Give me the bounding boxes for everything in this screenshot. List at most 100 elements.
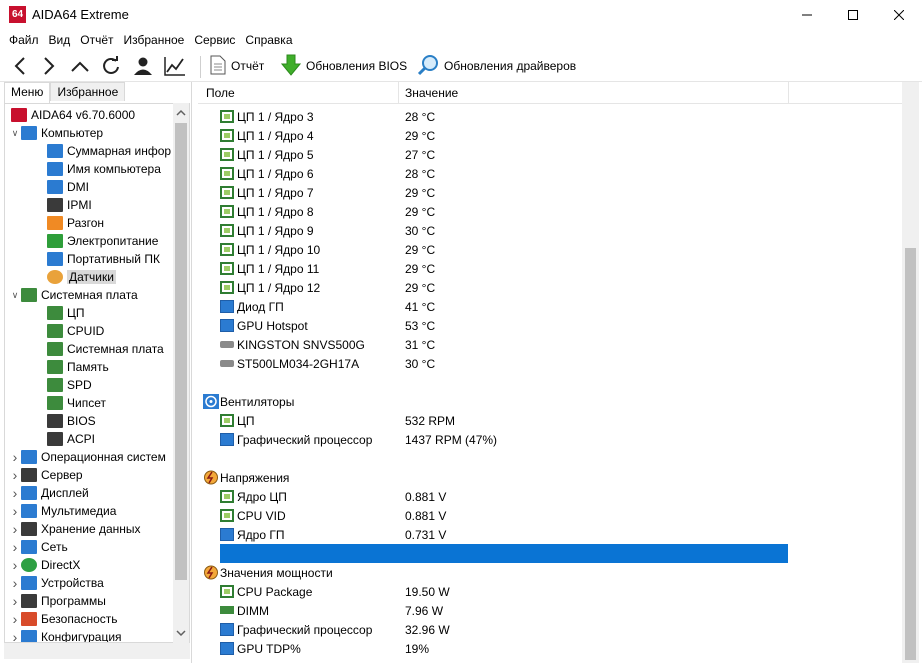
menu-file[interactable]: Файл: [4, 30, 44, 50]
tree-item[interactable]: › Устройства: [9, 574, 104, 592]
maximize-button[interactable]: [830, 0, 876, 30]
refresh-icon[interactable]: [98, 53, 124, 79]
sensor-row[interactable]: CPU VID 0.881 V: [198, 506, 902, 525]
expand-open-icon[interactable]: ∨: [9, 286, 21, 304]
forward-icon[interactable]: [36, 53, 62, 79]
menu-report[interactable]: Отчёт: [75, 30, 118, 50]
sensor-row[interactable]: ЦП 1 / Ядро 7 29 °C: [198, 183, 902, 202]
tree-item[interactable]: › Сервер: [9, 466, 83, 484]
sensor-row[interactable]: ЦП 1 / Ядро 8 29 °C: [198, 202, 902, 221]
column-field[interactable]: Поле: [206, 86, 235, 100]
sensor-group-header[interactable]: Напряжения: [198, 468, 902, 487]
sensor-group-header[interactable]: Значения мощности: [198, 563, 902, 582]
sensor-row[interactable]: ЦП 1 / Ядро 11 29 °C: [198, 259, 902, 278]
tree-item[interactable]: ACPI: [43, 430, 95, 448]
expand-closed-icon[interactable]: ›: [9, 502, 21, 520]
tree-item[interactable]: Системная плата: [43, 340, 164, 358]
selected-row-highlight[interactable]: [220, 544, 788, 563]
tree-item[interactable]: ∨ Системная плата: [9, 286, 138, 304]
report-button[interactable]: Отчёт: [210, 53, 264, 79]
tree-item[interactable]: AIDA64 v6.70.6000: [9, 106, 135, 124]
tree-item[interactable]: Чипсет: [43, 394, 106, 412]
bios-update-button[interactable]: Обновления BIOS: [280, 53, 407, 79]
sensor-row[interactable]: ЦП 1 / Ядро 10 29 °C: [198, 240, 902, 259]
tree-item[interactable]: Имя компьютера: [43, 160, 161, 178]
close-button[interactable]: [876, 0, 922, 30]
expand-closed-icon[interactable]: ›: [9, 610, 21, 628]
sensor-row[interactable]: ST500LM034-2GH17A 30 °C: [198, 354, 902, 373]
tree-item[interactable]: BIOS: [43, 412, 96, 430]
sensor-row[interactable]: ЦП 1 / Ядро 12 29 °C: [198, 278, 902, 297]
sensor-row[interactable]: Графический процессор 1437 RPM (47%): [198, 430, 902, 449]
menu-view[interactable]: Вид: [44, 30, 76, 50]
expand-closed-icon[interactable]: ›: [9, 466, 21, 484]
column-divider[interactable]: [398, 82, 399, 104]
sensor-row[interactable]: Диод ГП 41 °C: [198, 297, 902, 316]
column-value[interactable]: Значение: [405, 86, 458, 100]
expand-closed-icon[interactable]: ›: [9, 520, 21, 538]
column-divider[interactable]: [788, 82, 789, 104]
sensor-row[interactable]: ЦП 1 / Ядро 9 30 °C: [198, 221, 902, 240]
expand-closed-icon[interactable]: ›: [9, 574, 21, 592]
expand-closed-icon[interactable]: ›: [9, 592, 21, 610]
expand-closed-icon[interactable]: ›: [9, 448, 21, 466]
sensor-row[interactable]: ЦП 1 / Ядро 5 27 °C: [198, 145, 902, 164]
sensor-row[interactable]: ЦП 1 / Ядро 6 28 °C: [198, 164, 902, 183]
driver-update-button[interactable]: Обновления драйверов: [417, 53, 576, 79]
sensor-row[interactable]: ЦП 1 / Ядро 4 29 °C: [198, 126, 902, 145]
back-icon[interactable]: [7, 53, 33, 79]
minimize-button[interactable]: [784, 0, 830, 30]
list-scroll-thumb[interactable]: [905, 248, 916, 660]
tree-item[interactable]: DMI: [43, 178, 89, 196]
tree-item[interactable]: › DirectX: [9, 556, 81, 574]
tab-menu[interactable]: Меню: [4, 82, 51, 103]
sensor-row[interactable]: GPU Hotspot 53 °C: [198, 316, 902, 335]
expand-open-icon[interactable]: ∨: [9, 124, 21, 142]
menu-favorites[interactable]: Избранное: [119, 30, 190, 50]
menu-service[interactable]: Сервис: [189, 30, 240, 50]
tree-item[interactable]: Портативный ПК: [43, 250, 160, 268]
expand-closed-icon[interactable]: ›: [9, 628, 21, 642]
sensor-row[interactable]: ЦП 1 / Ядро 3 28 °C: [198, 107, 902, 126]
tree-item[interactable]: › Программы: [9, 592, 106, 610]
expand-closed-icon[interactable]: ›: [9, 538, 21, 556]
tree-item[interactable]: Память: [43, 358, 109, 376]
tree-item[interactable]: ЦП: [43, 304, 85, 322]
tree-item[interactable]: › Сеть: [9, 538, 68, 556]
sensor-group-header[interactable]: Вентиляторы: [198, 392, 902, 411]
sensor-row[interactable]: Ядро ЦП 0.881 V: [198, 487, 902, 506]
tree-item[interactable]: › Мультимедиа: [9, 502, 117, 520]
sensor-row[interactable]: KINGSTON SNVS500G 31 °C: [198, 335, 902, 354]
tree-item[interactable]: Суммарная инфор: [43, 142, 171, 160]
tree-item[interactable]: CPUID: [43, 322, 104, 340]
tree-item[interactable]: › Дисплей: [9, 484, 89, 502]
sensor-row[interactable]: ЦП 532 RPM: [198, 411, 902, 430]
up-icon[interactable]: [67, 53, 93, 79]
sensor-row[interactable]: GPU TDP% 19%: [198, 639, 902, 658]
benchmark-chart-icon[interactable]: [162, 53, 188, 79]
tab-favorites[interactable]: Избранное: [50, 82, 126, 101]
expand-closed-icon[interactable]: ›: [9, 484, 21, 502]
tree-item[interactable]: ∨ Компьютер: [9, 124, 103, 142]
tree-scroll-thumb[interactable]: [175, 123, 187, 580]
tree-item[interactable]: Электропитание: [43, 232, 158, 250]
expand-closed-icon[interactable]: ›: [9, 556, 21, 574]
tree-item[interactable]: › Хранение данных: [9, 520, 141, 538]
tree-item[interactable]: › Операционная систем: [9, 448, 166, 466]
tree-item[interactable]: Разгон: [43, 214, 104, 232]
sensor-value: 28 °C: [405, 167, 436, 181]
tree-item[interactable]: › Конфигурация: [9, 628, 122, 642]
list-vertical-scrollbar[interactable]: [902, 82, 919, 663]
user-icon[interactable]: [130, 53, 156, 79]
tree-item[interactable]: › Безопасность: [9, 610, 118, 628]
tree-horizontal-scrollbar[interactable]: [4, 643, 190, 659]
sensor-row[interactable]: Графический процессор 32.96 W: [198, 620, 902, 639]
sensor-row[interactable]: Ядро ГП 0.731 V: [198, 525, 902, 544]
sensor-row[interactable]: CPU Package 19.50 W: [198, 582, 902, 601]
sensor-row[interactable]: DIMM 7.96 W: [198, 601, 902, 620]
menu-help[interactable]: Справка: [240, 30, 297, 50]
tree-vertical-scrollbar[interactable]: [173, 103, 189, 643]
tree-item[interactable]: SPD: [43, 376, 92, 394]
tree-item[interactable]: Датчики: [43, 268, 116, 286]
tree-item[interactable]: IPMI: [43, 196, 92, 214]
